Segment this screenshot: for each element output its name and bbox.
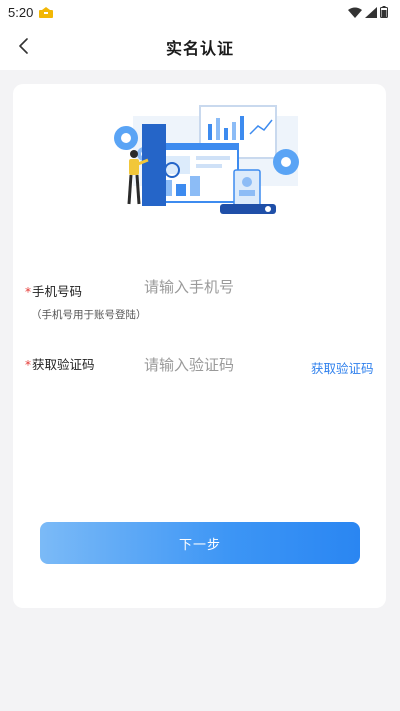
back-button[interactable]	[12, 34, 36, 58]
get-code-button[interactable]: 获取验证码	[311, 358, 374, 377]
code-label-text: 获取验证码	[32, 357, 95, 372]
verification-form-card: *手机号码 （手机号用于账号登陆） *获取验证码 获取验证码 下一步	[13, 84, 386, 608]
code-label: *获取验证码	[25, 354, 95, 373]
required-mark: *	[25, 285, 31, 299]
required-mark: *	[25, 358, 31, 372]
phone-input[interactable]	[144, 274, 344, 300]
phone-label-text: 手机号码	[32, 284, 83, 299]
top-navigation-bar: 实名认证	[0, 24, 400, 70]
status-bar: 5:20	[0, 0, 400, 24]
signal-icon	[365, 6, 377, 18]
next-button[interactable]: 下一步	[40, 522, 360, 564]
phone-hint: （手机号用于账号登陆）	[31, 309, 147, 321]
chevron-left-icon	[19, 38, 28, 54]
status-time: 5:20	[8, 4, 34, 20]
verification-code-input[interactable]	[144, 352, 294, 378]
phone-label: *手机号码	[25, 281, 82, 300]
verification-illustration	[114, 105, 299, 214]
wifi-icon	[348, 7, 362, 18]
notification-icon	[39, 6, 54, 18]
page-title: 实名认证	[165, 39, 234, 58]
battery-icon	[380, 6, 388, 18]
